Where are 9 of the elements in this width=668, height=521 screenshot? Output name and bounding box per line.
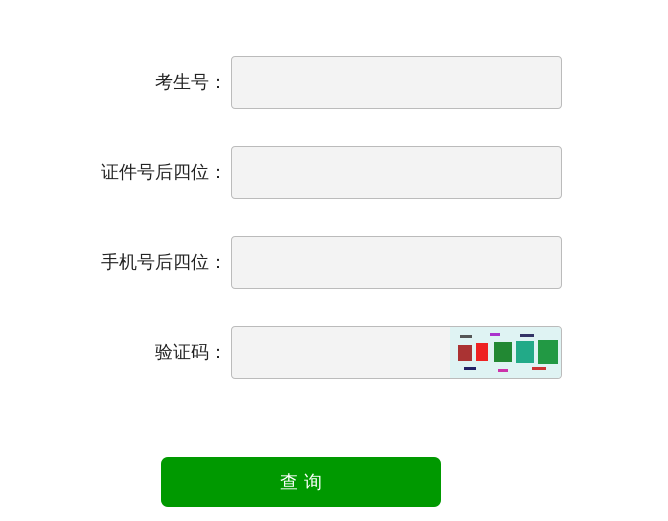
input-field[interactable] [231,56,562,109]
input-field[interactable] [231,236,562,289]
field-label: 考生号： [154,71,228,95]
query-button[interactable]: 查 询 [161,457,441,507]
captcha-field[interactable] [231,326,562,379]
field-label: 验证码： [154,341,228,365]
field-label: 手机号后四位： [100,251,228,275]
field-label: 证件号后四位： [100,161,228,185]
input-field[interactable] [231,146,562,199]
